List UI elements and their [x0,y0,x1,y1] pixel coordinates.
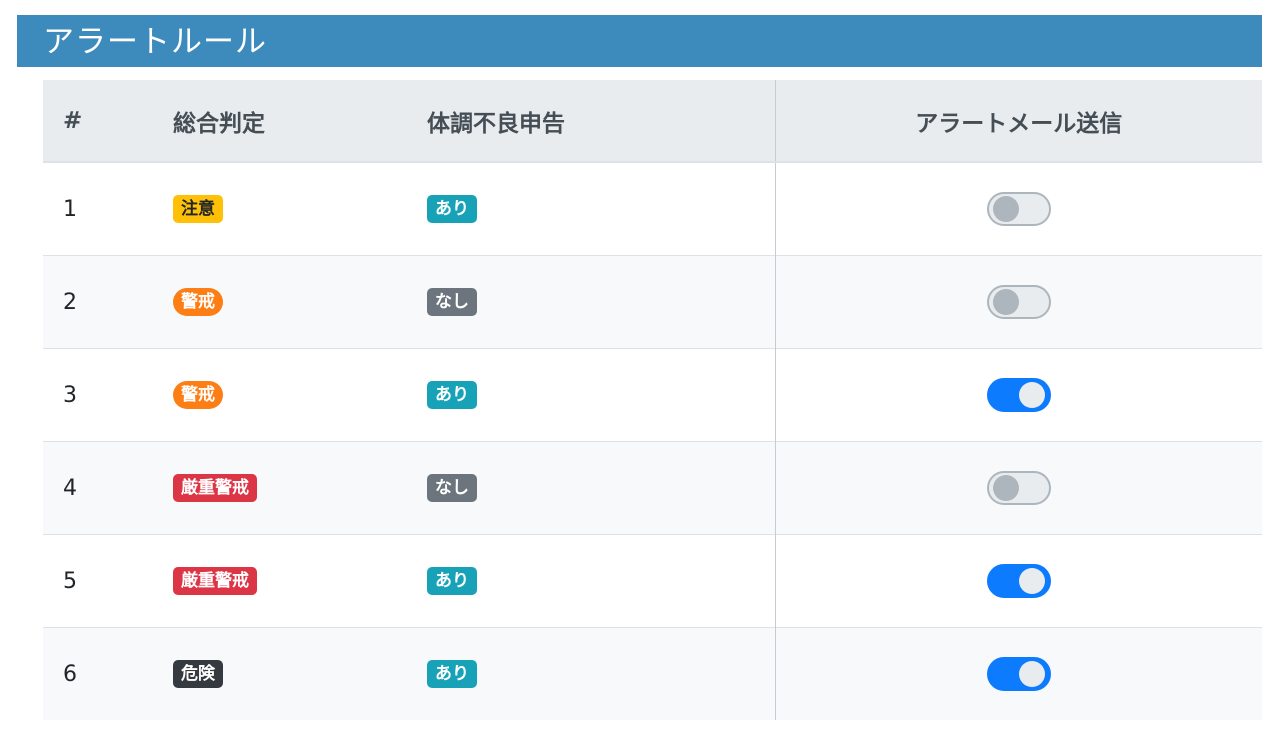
alert-mail-toggle[interactable] [986,285,1051,319]
header-health-report: 体調不良申告 [427,80,775,163]
health-report-badge: あり [427,660,477,688]
alert-mail-toggle[interactable] [986,378,1051,412]
judgement-badge: 注意 [173,195,223,223]
header-alert-mail: アラートメール送信 [774,80,1262,163]
alert-mail-toggle[interactable] [986,564,1051,598]
alert-mail-toggle[interactable] [986,471,1051,505]
alert-mail-toggle[interactable] [986,192,1051,226]
table-row: 1 注意 あり [43,161,1262,256]
judgement-badge: 警戒 [173,288,223,316]
health-report-badge: なし [427,474,477,502]
row-number: 5 [43,534,173,628]
alert-mail-toggle[interactable] [986,657,1051,691]
health-report-cell: あり [427,627,775,720]
judgement-cell: 厳重警戒 [173,534,427,628]
judgement-cell: 注意 [173,161,427,256]
alert-rules-table-container: # 総合判定 体調不良申告 アラートメール送信 1 注意 あり 2 警戒 なし 3 警戒 あり 4… [43,80,1262,720]
toggle-knob [992,475,1019,501]
health-report-cell: あり [427,161,775,256]
judgement-cell: 警戒 [173,348,427,442]
judgement-badge: 危険 [173,660,223,688]
alert-rules-table: # 総合判定 体調不良申告 アラートメール送信 1 注意 あり 2 警戒 なし 3 警戒 あり 4… [43,80,1262,720]
toggle-knob [1018,568,1045,594]
judgement-cell: 厳重警戒 [173,441,427,535]
table-row: 2 警戒 なし [43,255,1262,349]
toggle-knob [992,196,1019,222]
table-body: 1 注意 あり 2 警戒 なし 3 警戒 あり 4 厳重警戒 なし 5 厳重警戒 あり 6 危険 あり [43,161,1262,720]
health-report-cell: あり [427,534,775,628]
row-number: 1 [43,161,173,256]
header-number: # [43,80,173,163]
row-number: 2 [43,255,173,349]
toggle-knob [1018,661,1045,687]
judgement-badge: 厳重警戒 [173,474,257,502]
alert-mail-cell [774,441,1262,535]
page-title: アラートルール [17,15,1262,67]
health-report-cell: なし [427,441,775,535]
table-header-row: # 総合判定 体調不良申告 アラートメール送信 [43,80,1262,163]
alert-mail-cell [774,255,1262,349]
row-number: 3 [43,348,173,442]
table-row: 4 厳重警戒 なし [43,441,1262,535]
judgement-badge: 厳重警戒 [173,567,257,595]
table-row: 5 厳重警戒 あり [43,534,1262,628]
health-report-cell: あり [427,348,775,442]
judgement-cell: 警戒 [173,255,427,349]
table-row: 6 危険 あり [43,627,1262,720]
header-overall-judgement: 総合判定 [173,80,427,163]
alert-mail-cell [774,627,1262,720]
alert-mail-cell [774,161,1262,256]
health-report-badge: あり [427,381,477,409]
health-report-badge: なし [427,288,477,316]
alert-mail-cell [774,534,1262,628]
health-report-cell: なし [427,255,775,349]
row-number: 6 [43,627,173,720]
toggle-knob [992,289,1019,315]
table-row: 3 警戒 あり [43,348,1262,442]
health-report-badge: あり [427,567,477,595]
judgement-cell: 危険 [173,627,427,720]
alert-mail-cell [774,348,1262,442]
toggle-knob [1018,382,1045,408]
health-report-badge: あり [427,195,477,223]
judgement-badge: 警戒 [173,381,223,409]
row-number: 4 [43,441,173,535]
